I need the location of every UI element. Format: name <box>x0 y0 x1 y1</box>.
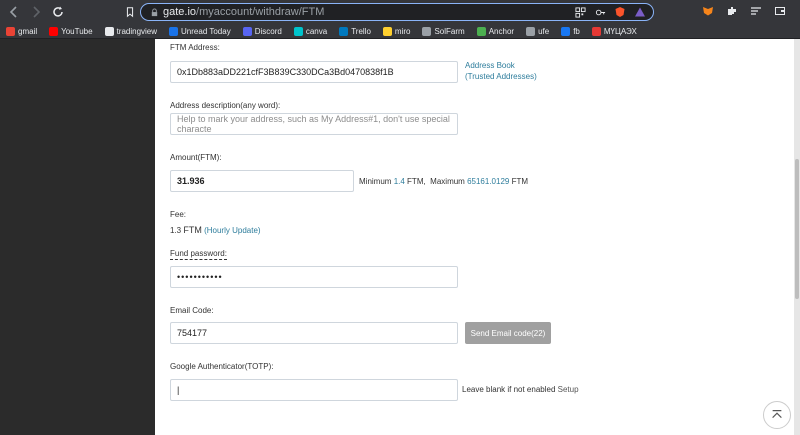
bookmark-item[interactable]: Discord <box>242 26 282 36</box>
ga-hint: Leave blank if not enabled Setup <box>462 385 579 394</box>
bookmark-favicon-icon <box>293 26 303 36</box>
menu-icon[interactable] <box>796 3 800 19</box>
setup-link[interactable]: Setup <box>558 385 579 394</box>
address-book-link[interactable]: Address Book <box>465 61 515 70</box>
bookmark-label: miro <box>394 26 411 36</box>
reload-icon[interactable] <box>48 2 68 22</box>
bookmark-item[interactable]: ufe <box>526 26 550 36</box>
bookmark-item[interactable]: Unread Today <box>169 26 231 36</box>
back-icon[interactable] <box>4 2 24 22</box>
url-text: gate.io/myaccount/withdraw/FTM <box>163 6 325 18</box>
address-description-input[interactable]: Help to mark your address, such as My Ad… <box>170 113 458 135</box>
page-scrollbar[interactable] <box>794 39 800 435</box>
bookmark-favicon-icon <box>561 26 571 36</box>
address-bar[interactable]: gate.io/myaccount/withdraw/FTM <box>140 3 654 21</box>
minimum-value: 1.4 <box>393 177 405 186</box>
bookmark-item[interactable]: fb <box>561 26 580 36</box>
bookmark-item[interactable]: canva <box>293 26 328 36</box>
amount-limits: Minimum 1.4 FTM, Maximum 65161.0129 FTM <box>359 177 529 186</box>
trusted-addresses-link[interactable]: (Trusted Addresses) <box>465 72 537 81</box>
bookmark-favicon-icon <box>526 26 536 36</box>
forward-icon[interactable] <box>26 2 46 22</box>
qr-code-icon[interactable] <box>573 5 587 19</box>
fee-label: Fee: <box>170 210 187 219</box>
brave-rewards-icon[interactable] <box>633 5 647 19</box>
bookmark-item[interactable]: gmail <box>6 26 38 36</box>
bookmark-label: SolFarm <box>434 26 465 36</box>
fund-password-label: Fund password: <box>170 249 227 260</box>
bookmark-favicon-icon <box>104 26 114 36</box>
brave-shield-icon[interactable] <box>613 5 627 19</box>
page-background: FTM Address: 0x1Db883aDD221cfF3B839C330D… <box>0 39 800 435</box>
bookmark-label: Discord <box>254 26 282 36</box>
send-email-code-button[interactable]: Send Email code(22) <box>465 322 551 344</box>
metamask-icon[interactable] <box>700 3 716 19</box>
bookmark-item[interactable]: Trello <box>339 26 371 36</box>
bookmark-label: canva <box>305 26 328 36</box>
email-code-label: Email Code: <box>170 306 214 315</box>
address-description-label: Address description(any word): <box>170 101 281 110</box>
amount-label: Amount(FTM): <box>170 153 222 162</box>
hourly-update-text: (Hourly Update) <box>204 226 261 235</box>
bookmark-page-icon[interactable] <box>120 2 140 22</box>
bookmark-favicon-icon <box>6 26 15 36</box>
key-icon[interactable] <box>593 5 607 19</box>
bookmark-label: Trello <box>351 26 371 36</box>
email-code-input[interactable]: 754177 <box>170 322 458 344</box>
fund-password-input[interactable]: ••••••••••• <box>170 266 458 288</box>
bookmark-item[interactable]: tradingview <box>104 26 158 36</box>
reading-list-icon[interactable] <box>748 3 764 19</box>
ftm-address-label: FTM Address: <box>170 43 220 52</box>
bookmark-favicon-icon <box>422 26 432 36</box>
bookmarks-bar: gmail YouTube tradingview Unread Today Disco… <box>0 24 800 39</box>
bookmark-favicon-icon <box>49 26 59 36</box>
bookmark-favicon-icon <box>242 26 252 36</box>
maximum-value[interactable]: 65161.0129 <box>467 177 509 186</box>
extensions-icon[interactable] <box>724 3 740 19</box>
bookmark-item[interactable]: YouTube <box>49 26 93 36</box>
bookmark-favicon-icon <box>476 26 486 36</box>
withdraw-form: FTM Address: 0x1Db883aDD221cfF3B839C330D… <box>155 39 795 435</box>
bookmark-label: tradingview <box>116 26 158 36</box>
ftm-address-input[interactable]: 0x1Db883aDD221cfF3B839C330DCa3Bd0470838f… <box>170 61 458 83</box>
lock-icon[interactable] <box>145 7 163 17</box>
bookmark-label: ufe <box>538 26 550 36</box>
bookmark-item[interactable]: SolFarm <box>422 26 465 36</box>
bookmark-item[interactable]: МҮЦАЭХ <box>591 26 637 36</box>
google-authenticator-input[interactable]: | <box>170 379 458 401</box>
bookmark-label: fb <box>573 26 580 36</box>
browser-toolbar: gate.io/myaccount/withdraw/FTM <box>0 0 800 24</box>
google-authenticator-label: Google Authenticator(TOTP): <box>170 362 274 371</box>
fee-value-line: 1.3 FTM (Hourly Update) <box>170 225 261 235</box>
bookmark-item[interactable]: Anchor <box>476 26 515 36</box>
bookmark-favicon-icon <box>339 26 349 36</box>
bookmark-favicon-icon <box>169 26 179 36</box>
scrollbar-thumb[interactable] <box>795 159 799 299</box>
bookmark-label: YouTube <box>61 26 93 36</box>
bookmark-label: МҮЦАЭХ <box>603 26 637 36</box>
bookmark-label: Unread Today <box>181 26 231 36</box>
bookmark-favicon-icon <box>591 26 601 36</box>
amount-input[interactable]: 31.936 <box>170 170 354 192</box>
bookmark-favicon-icon <box>382 26 392 36</box>
bookmark-item[interactable]: miro <box>382 26 411 36</box>
arrow-up-icon <box>772 410 782 419</box>
back-to-top-button[interactable] <box>763 401 791 429</box>
bookmark-label: gmail <box>18 26 38 36</box>
wallet-icon[interactable] <box>772 3 788 19</box>
bookmark-label: Anchor <box>488 26 515 36</box>
